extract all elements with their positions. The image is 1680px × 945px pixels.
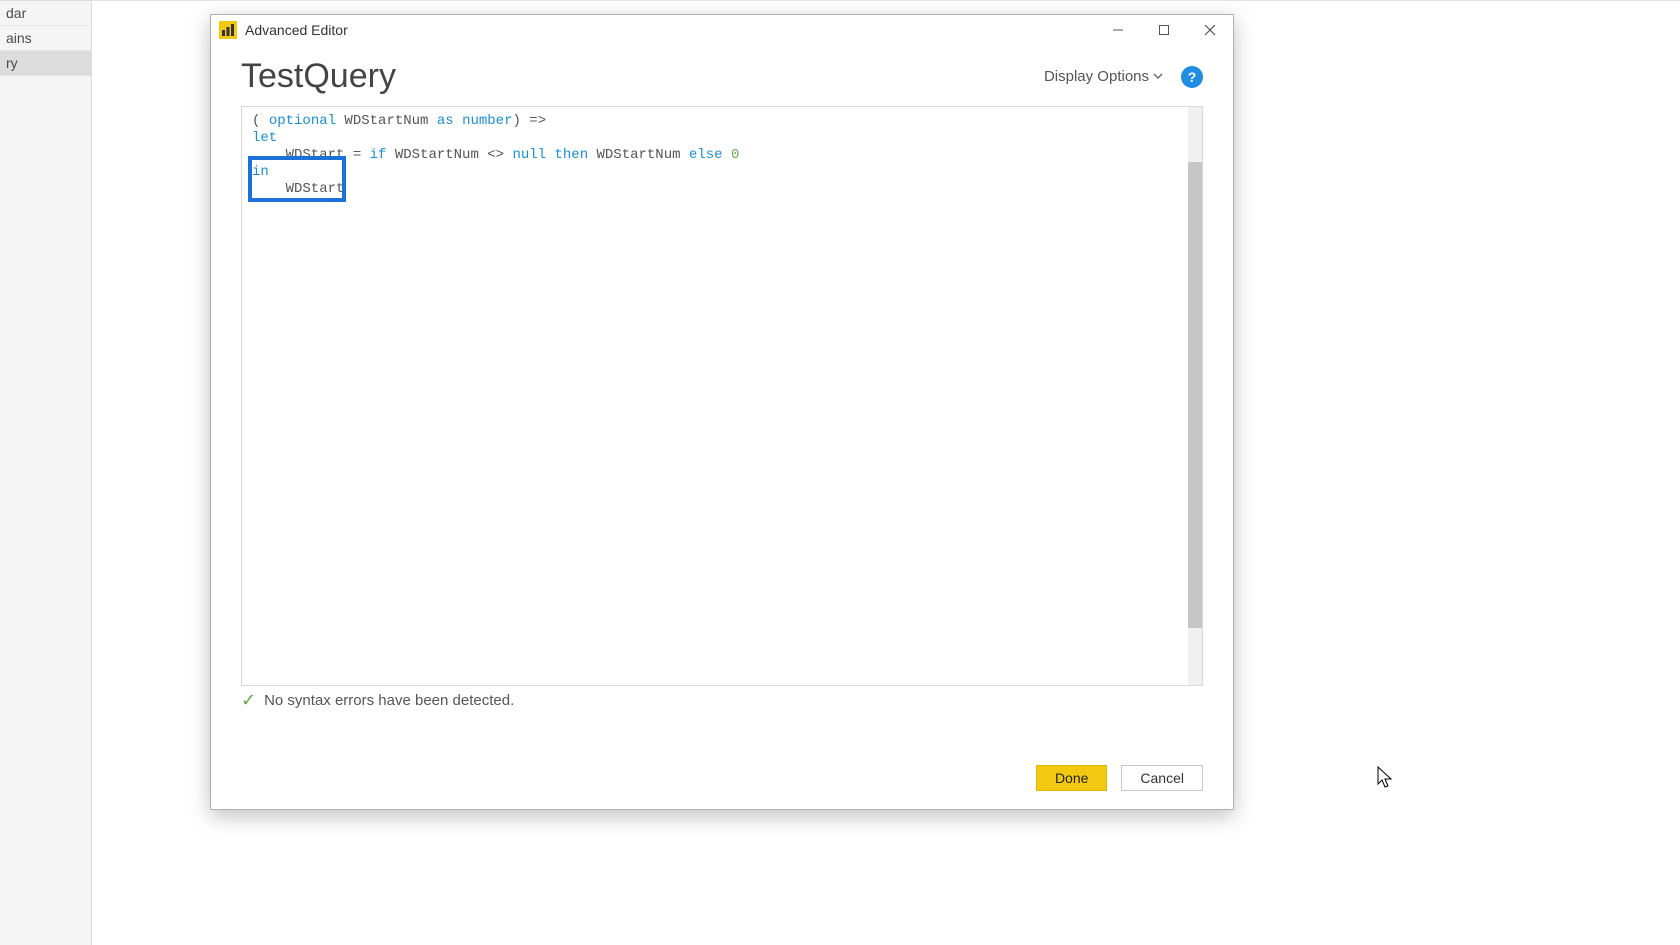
advanced-editor-dialog: Advanced Editor TestQuery Display Option…: [210, 14, 1234, 810]
display-options-dropdown[interactable]: Display Options: [1044, 68, 1163, 85]
sidebar-item-1[interactable]: ains: [0, 26, 91, 51]
chevron-down-icon: [1153, 68, 1163, 85]
minimize-button[interactable]: [1095, 15, 1141, 45]
text-caret: [345, 183, 346, 197]
dialog-titlebar: Advanced Editor: [211, 15, 1233, 45]
status-message: No syntax errors have been detected.: [264, 692, 514, 709]
queries-sidebar: dar ains ry: [0, 0, 92, 945]
cancel-button[interactable]: Cancel: [1121, 765, 1203, 791]
scrollbar-thumb[interactable]: [1188, 162, 1202, 628]
sidebar-item-0[interactable]: dar: [0, 1, 91, 26]
powerbi-icon: [219, 21, 237, 39]
status-bar: ✓ No syntax errors have been detected.: [241, 690, 1203, 711]
sidebar-item-2[interactable]: ry: [0, 51, 91, 76]
scrollbar-track[interactable]: [1188, 107, 1202, 685]
code-editor-container: ( optional WDStartNum as number) => let …: [241, 106, 1203, 686]
dialog-header: TestQuery Display Options ?: [211, 45, 1233, 102]
help-button[interactable]: ?: [1181, 66, 1203, 88]
display-options-label: Display Options: [1044, 68, 1149, 85]
code-editor[interactable]: ( optional WDStartNum as number) => let …: [242, 107, 1188, 685]
query-name: TestQuery: [241, 57, 396, 96]
dialog-title-text: Advanced Editor: [245, 22, 348, 38]
close-button[interactable]: [1187, 15, 1233, 45]
check-icon: ✓: [241, 690, 256, 711]
dialog-footer: Done Cancel: [1036, 765, 1203, 791]
done-button[interactable]: Done: [1036, 765, 1107, 791]
maximize-button[interactable]: [1141, 15, 1187, 45]
